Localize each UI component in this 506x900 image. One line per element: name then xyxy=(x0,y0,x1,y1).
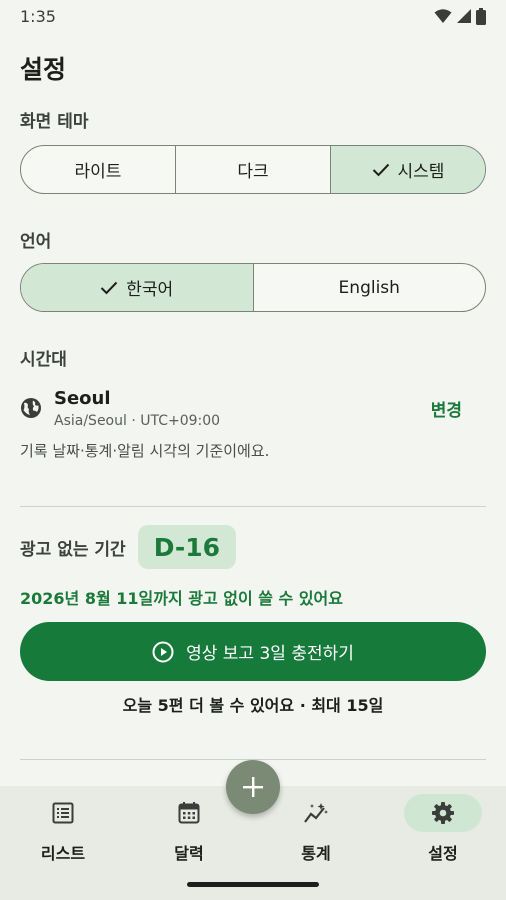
nav-item-settings[interactable]: 설정 xyxy=(380,794,506,866)
ad-free-row: 광고 없는 기간 D-16 xyxy=(20,525,237,569)
dday-badge: D-16 xyxy=(137,525,237,569)
theme-option-dark[interactable]: 다크 xyxy=(176,146,331,193)
nav-label: 달력 xyxy=(174,844,204,863)
gear-icon xyxy=(432,802,454,824)
timezone-detail: Asia/Seoul · UTC+09:00 xyxy=(54,412,221,429)
play-circle-icon xyxy=(152,641,174,663)
charge-remaining-note: 오늘 5편 더 볼 수 있어요 · 최대 15일 xyxy=(122,696,384,715)
timezone-row: Seoul Asia/Seoul · UTC+09:00 변경 xyxy=(20,384,486,432)
language-segmented-control: 한국어 English xyxy=(20,263,486,312)
theme-option-label: 시스템 xyxy=(397,162,445,182)
plus-icon xyxy=(243,777,263,797)
status-bar: 1:35 xyxy=(0,0,506,32)
timezone-info: Seoul Asia/Seoul · UTC+09:00 xyxy=(54,388,431,429)
nav-item-list[interactable]: 리스트 xyxy=(0,794,126,866)
language-section-label: 언어 xyxy=(20,232,52,252)
nav-label: 설정 xyxy=(428,844,458,863)
theme-option-label: 라이트 xyxy=(74,162,122,182)
signal-icon xyxy=(457,9,471,23)
theme-option-system[interactable]: 시스템 xyxy=(331,146,485,193)
divider xyxy=(20,506,486,507)
add-fab-button[interactable] xyxy=(226,760,280,814)
check-icon xyxy=(100,281,118,295)
wifi-icon xyxy=(434,9,452,23)
timezone-note: 기록 날짜·통계·알림 시각의 기준이에요. xyxy=(20,442,270,460)
language-option-english[interactable]: English xyxy=(254,264,486,311)
stats-icon xyxy=(304,803,328,823)
language-option-label: 한국어 xyxy=(126,280,174,300)
timezone-city: Seoul xyxy=(54,387,111,409)
theme-option-light[interactable]: 라이트 xyxy=(21,146,176,193)
language-option-label: English xyxy=(338,277,400,298)
calendar-icon xyxy=(178,802,200,824)
home-indicator xyxy=(187,882,319,887)
nav-label: 통계 xyxy=(301,844,331,863)
watch-video-charge-button[interactable]: 영상 보고 3일 충전하기 xyxy=(20,622,486,681)
status-icons xyxy=(434,7,486,25)
timezone-change-button[interactable]: 변경 xyxy=(431,396,462,421)
timezone-section-label: 시간대 xyxy=(20,350,67,370)
language-option-korean[interactable]: 한국어 xyxy=(21,264,254,311)
battery-icon xyxy=(476,7,486,25)
check-icon xyxy=(372,163,390,177)
charge-button-label: 영상 보고 3일 충전하기 xyxy=(186,644,354,664)
globe-icon xyxy=(20,397,42,419)
theme-section-label: 화면 테마 xyxy=(20,112,89,132)
list-icon xyxy=(52,802,74,824)
page-title: 설정 xyxy=(20,55,67,84)
nav-label: 리스트 xyxy=(40,844,86,863)
theme-option-label: 다크 xyxy=(237,162,269,182)
status-time: 1:35 xyxy=(20,6,56,26)
theme-segmented-control: 라이트 다크 시스템 xyxy=(20,145,486,194)
ad-free-until-text: 2026년 8월 11일까지 광고 없이 쓸 수 있어요 xyxy=(20,589,344,608)
ad-free-label: 광고 없는 기간 xyxy=(20,539,126,560)
